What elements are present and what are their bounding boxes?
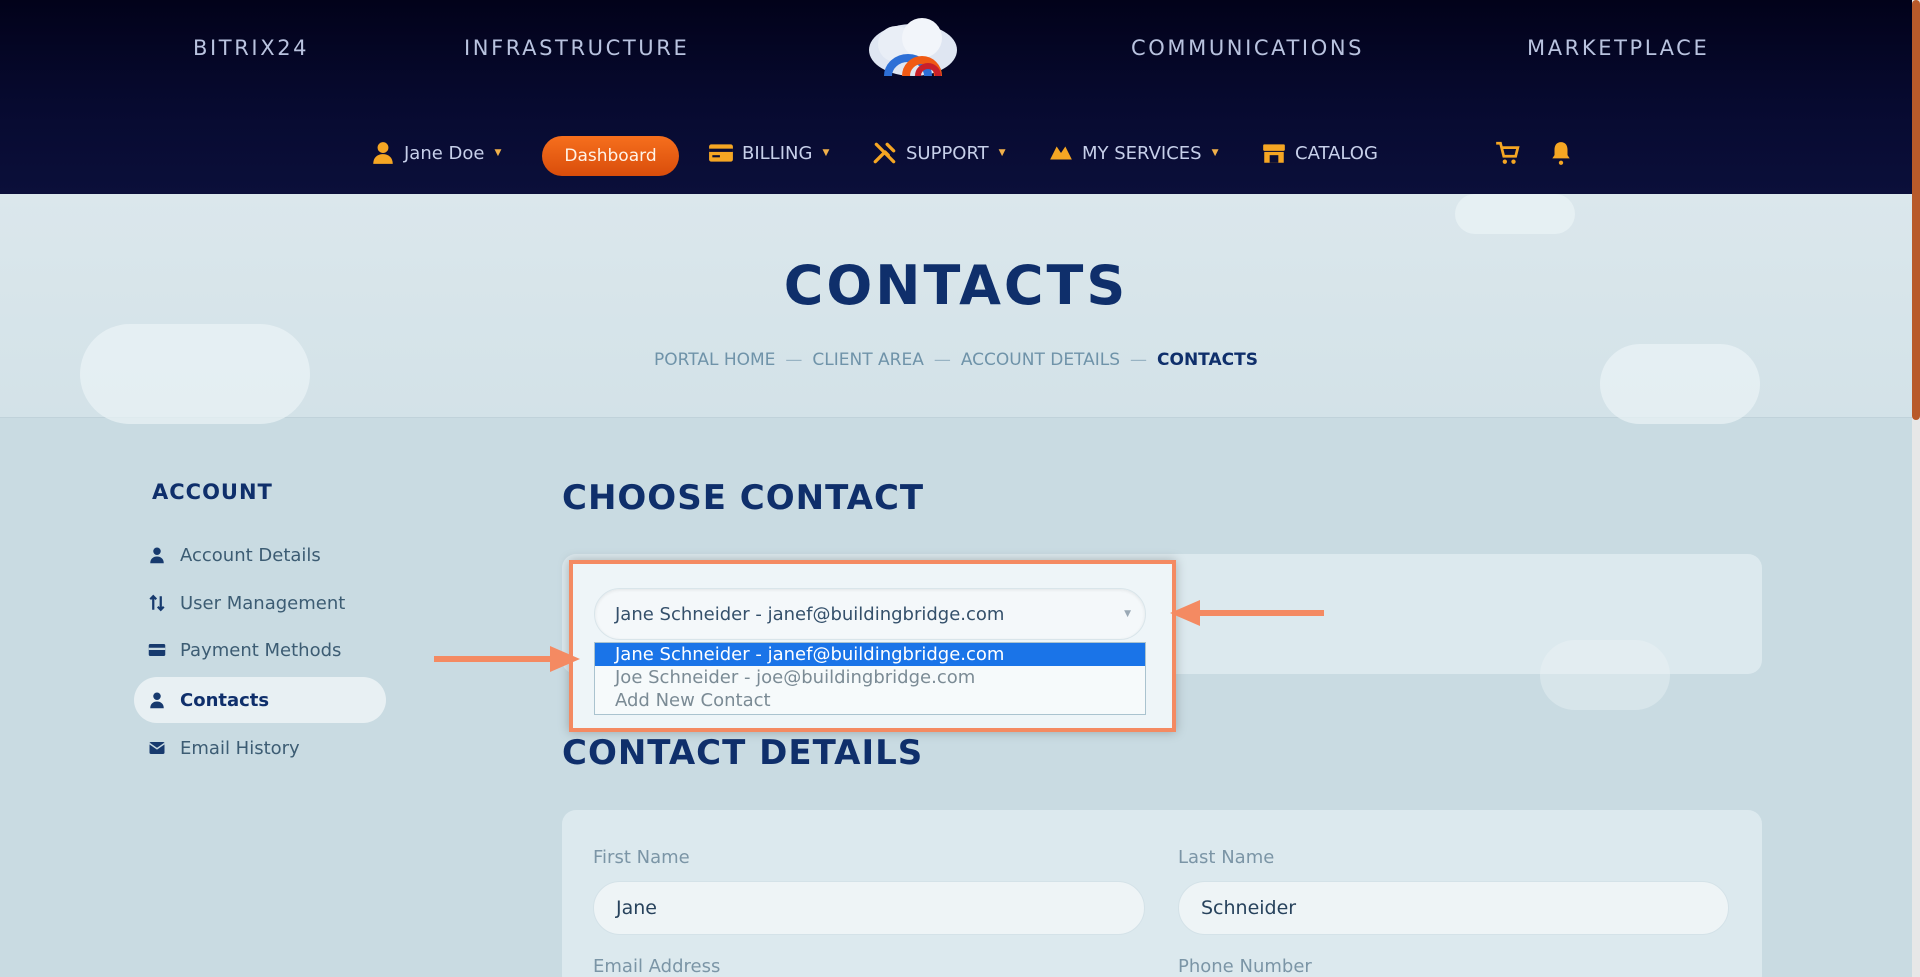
page-banner: CONTACTS PORTAL HOME — CLIENT AREA — ACC… — [0, 194, 1912, 424]
top-nav-communications[interactable]: COMMUNICATIONS — [1131, 36, 1364, 60]
contact-option-jane[interactable]: Jane Schneider - janef@buildingbridge.co… — [595, 643, 1145, 666]
credit-card-icon — [148, 644, 166, 656]
cloud-logo-icon[interactable] — [866, 18, 960, 80]
last-name-label: Last Name — [1178, 847, 1275, 868]
user-name: Jane Doe — [404, 142, 485, 164]
sidebar-item-user-management[interactable]: User Management — [134, 580, 386, 626]
annotation-arrow-right-icon — [434, 646, 580, 672]
cloud-decoration — [1540, 640, 1670, 710]
cart-icon — [1496, 141, 1520, 164]
support-label: SUPPORT — [906, 142, 989, 164]
user-icon — [150, 547, 164, 564]
sidebar-item-label: Account Details — [180, 544, 321, 566]
notifications-button[interactable] — [1548, 138, 1574, 168]
page-title: CONTACTS — [783, 254, 1129, 317]
breadcrumb-separator: — — [1130, 350, 1148, 370]
catalog-link[interactable]: CATALOG — [1261, 138, 1378, 168]
annotation-arrow-left-icon — [1170, 600, 1324, 626]
top-nav-marketplace[interactable]: MARKETPLACE — [1527, 36, 1709, 60]
tools-icon — [873, 142, 896, 164]
breadcrumb-separator: — — [785, 350, 803, 370]
chevron-down-icon: ▼ — [494, 148, 502, 158]
billing-label: BILLING — [742, 142, 813, 164]
sidebar-title: ACCOUNT — [152, 480, 273, 504]
first-name-label: First Name — [593, 847, 690, 868]
contact-dropdown-list: Jane Schneider - janef@buildingbridge.co… — [594, 642, 1146, 715]
sidebar-item-label: Email History — [180, 737, 300, 759]
store-icon — [1263, 144, 1285, 163]
my-services-label: MY SERVICES — [1082, 142, 1202, 164]
catalog-label: CATALOG — [1295, 142, 1378, 164]
email-address-label: Email Address — [593, 956, 721, 977]
sidebar-item-account-details[interactable]: Account Details — [134, 532, 386, 578]
handshake-icon — [1050, 146, 1072, 160]
contact-select-value: Jane Schneider - janef@buildingbridge.co… — [615, 603, 1005, 625]
bell-icon — [1552, 142, 1570, 165]
first-name-field[interactable]: Jane — [593, 881, 1145, 935]
phone-number-label: Phone Number — [1178, 956, 1312, 977]
sidebar-item-label: Contacts — [180, 689, 270, 711]
account-nav: Jane Doe ▼ Dashboard BILLING ▼ SUPPORT ▼… — [0, 132, 1912, 178]
chevron-down-icon: ▼ — [1124, 609, 1131, 619]
sidebar-item-email-history[interactable]: Email History — [134, 725, 386, 771]
breadcrumb-current: CONTACTS — [1157, 350, 1258, 370]
support-menu[interactable]: SUPPORT ▼ — [872, 138, 1006, 168]
contact-select[interactable]: Jane Schneider - janef@buildingbridge.co… — [594, 588, 1146, 640]
breadcrumb-portal-home[interactable]: PORTAL HOME — [654, 350, 775, 370]
credit-card-icon — [709, 144, 733, 162]
choose-contact-heading: CHOOSE CONTACT — [562, 478, 925, 518]
chevron-down-icon: ▼ — [822, 148, 830, 158]
breadcrumb-account-details[interactable]: ACCOUNT DETAILS — [961, 350, 1120, 370]
sidebar-item-payment-methods[interactable]: Payment Methods — [134, 627, 386, 673]
chevron-down-icon: ▼ — [1211, 148, 1219, 158]
scrollbar-thumb[interactable] — [1912, 0, 1920, 420]
top-nav-infrastructure[interactable]: INFRASTRUCTURE — [464, 36, 689, 60]
cloud-decoration — [1455, 194, 1575, 234]
contact-option-joe[interactable]: Joe Schneider - joe@buildingbridge.com — [595, 666, 1145, 689]
cloud-decoration — [80, 324, 310, 424]
page-scrollbar[interactable] — [1912, 0, 1920, 977]
user-icon — [373, 142, 393, 164]
contact-option-add-new[interactable]: Add New Contact — [595, 689, 1145, 712]
breadcrumb: PORTAL HOME — CLIENT AREA — ACCOUNT DETA… — [0, 350, 1912, 370]
breadcrumb-client-area[interactable]: CLIENT AREA — [812, 350, 923, 370]
chevron-down-icon: ▼ — [998, 148, 1006, 158]
sidebar-item-label: User Management — [180, 592, 346, 614]
site-header: BITRIX24 INFRASTRUCTURE COMMUNICATIONS M… — [0, 0, 1912, 194]
user-menu[interactable]: Jane Doe ▼ — [370, 138, 501, 168]
breadcrumb-separator: — — [933, 350, 951, 370]
billing-menu[interactable]: BILLING ▼ — [708, 138, 829, 168]
sidebar-item-contacts[interactable]: Contacts — [134, 677, 386, 723]
top-nav-bitrix24[interactable]: BITRIX24 — [193, 36, 309, 60]
sidebar-item-label: Payment Methods — [180, 639, 342, 661]
envelope-icon — [149, 742, 165, 754]
my-services-menu[interactable]: MY SERVICES ▼ — [1048, 138, 1218, 168]
last-name-field[interactable]: Schneider — [1178, 881, 1729, 935]
dashboard-button[interactable]: Dashboard — [542, 136, 679, 176]
cart-button[interactable] — [1494, 138, 1520, 168]
contact-details-heading: CONTACT DETAILS — [562, 733, 924, 773]
sort-arrows-icon — [149, 594, 165, 612]
user-icon — [150, 692, 164, 709]
